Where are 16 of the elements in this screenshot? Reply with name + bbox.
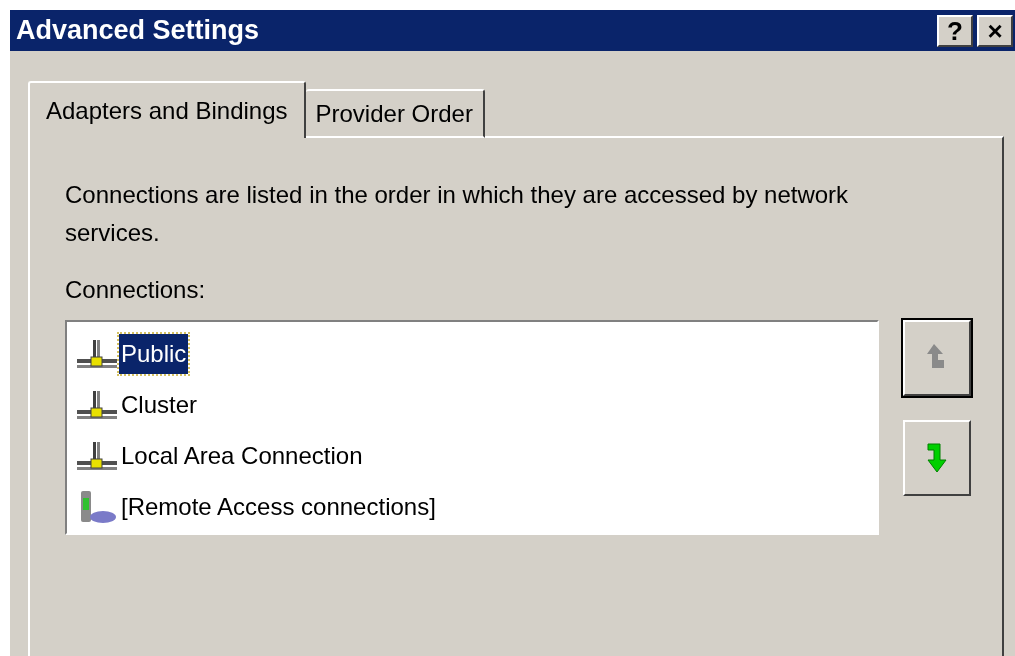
tab[interactable]: Adapters and Bindings: [28, 81, 306, 138]
connection-item[interactable]: Public: [119, 333, 189, 374]
connection-item[interactable]: Cluster: [119, 384, 200, 425]
close-button[interactable]: ×: [977, 14, 1013, 47]
description-text: Connections are listed in the order in which they are accessed by network services.: [65, 180, 850, 248]
network-icon: [77, 388, 117, 421]
window-title: Advanced Settings: [16, 14, 261, 48]
connection-item[interactable]: [Remote Access connections]: [119, 487, 438, 528]
move-down-button[interactable]: [903, 420, 971, 496]
connection-item[interactable]: Local Area Connection: [119, 436, 365, 477]
tab[interactable]: Provider Order: [305, 89, 485, 138]
network-icon: [77, 337, 117, 370]
connections-label: Connections:: [65, 275, 206, 305]
network-icon: [77, 440, 117, 473]
down-arrow-icon: [926, 442, 948, 474]
help-button[interactable]: ?: [937, 14, 973, 47]
